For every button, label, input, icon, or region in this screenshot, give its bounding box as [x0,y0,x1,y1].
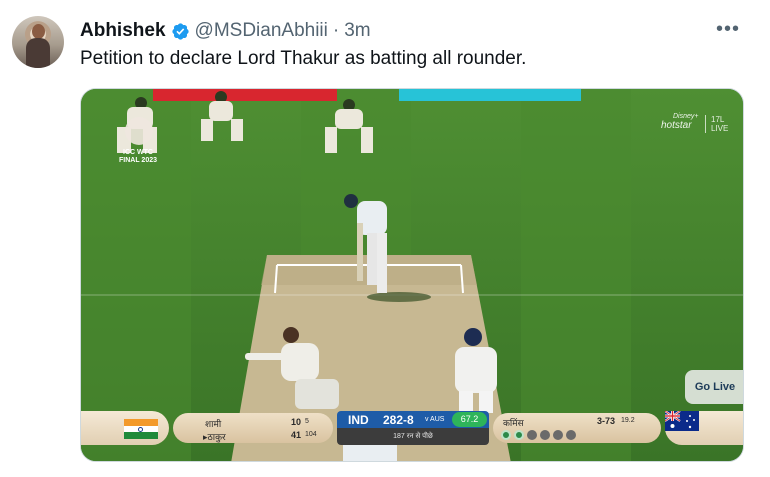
author-handle[interactable]: @MSDianAbhiii [195,20,328,42]
trail-info: 187 रन से पीछे [337,428,489,445]
scorebar: शामी 10 5 ▸ठाकुर 41 104 IND 282-8 v AUS … [81,411,743,445]
tweet-text: Petition to declare Lord Thakur as batti… [80,48,527,69]
opponent: v AUS [425,416,445,423]
avatar-body [26,38,50,68]
tweet-media-video[interactable]: ICC WTC FINAL 2023 Disney+ hotstar 17L LI… [80,88,744,462]
batter-2-balls: 104 [305,431,317,438]
ball-marker [566,430,576,440]
ball-marker [514,430,524,440]
author-name[interactable]: Abhishek [80,20,166,42]
batter-1-runs: 10 [291,417,302,427]
live-viewers-tag: 17L LIVE [705,115,728,133]
batters-panel: शामी 10 5 ▸ठाकुर 41 104 [173,413,333,443]
tweet[interactable]: Abhishek @MSDianAbhiii · 3m ••• Petition… [0,0,770,477]
batter-1-balls: 5 [305,418,309,425]
batter-1-name: शामी [205,419,222,429]
australia-flag-icon [665,411,699,431]
scorebar-right-flag-panel [665,411,743,445]
ball-marker [501,430,511,440]
ball-marker [540,430,550,440]
ball-marker [527,430,537,440]
batter-2-runs: 41 [291,430,302,440]
broadcaster-logo: Disney+ hotstar [661,113,699,131]
event-logo: ICC WTC FINAL 2023 [119,149,157,164]
bowler-overs: 19.2 [621,417,635,424]
bowler-panel: कमिंस 3-73 19.2 [493,413,661,443]
go-live-button[interactable]: Go Live [685,370,743,404]
batter-2-name: ▸ठाकुर [203,432,226,442]
over-balls [501,430,576,440]
timestamp[interactable]: 3m [344,20,370,42]
separator-dot: · [332,20,340,41]
team-score: 282-8 [383,413,414,427]
more-options-icon[interactable]: ••• [716,19,740,39]
team-score-box: IND 282-8 v AUS 67.2 187 रन से पीछे [337,411,489,445]
avatar-head [32,24,45,39]
batting-team: IND [348,413,369,427]
avatar[interactable] [12,16,64,68]
cricket-broadcast-frame [81,89,743,461]
bowler-figures: 3-73 [597,416,616,426]
ball-marker [553,430,563,440]
tweet-header: Abhishek @MSDianAbhiii · 3m [80,20,371,42]
overs-badge: 67.2 [452,412,487,427]
scorebar-left-flag-panel [81,411,169,445]
bowler-name: कमिंस [503,418,524,428]
india-flag-icon [124,419,158,439]
score-top-row: IND 282-8 v AUS 67.2 [337,411,489,428]
verified-badge-icon [171,22,189,40]
